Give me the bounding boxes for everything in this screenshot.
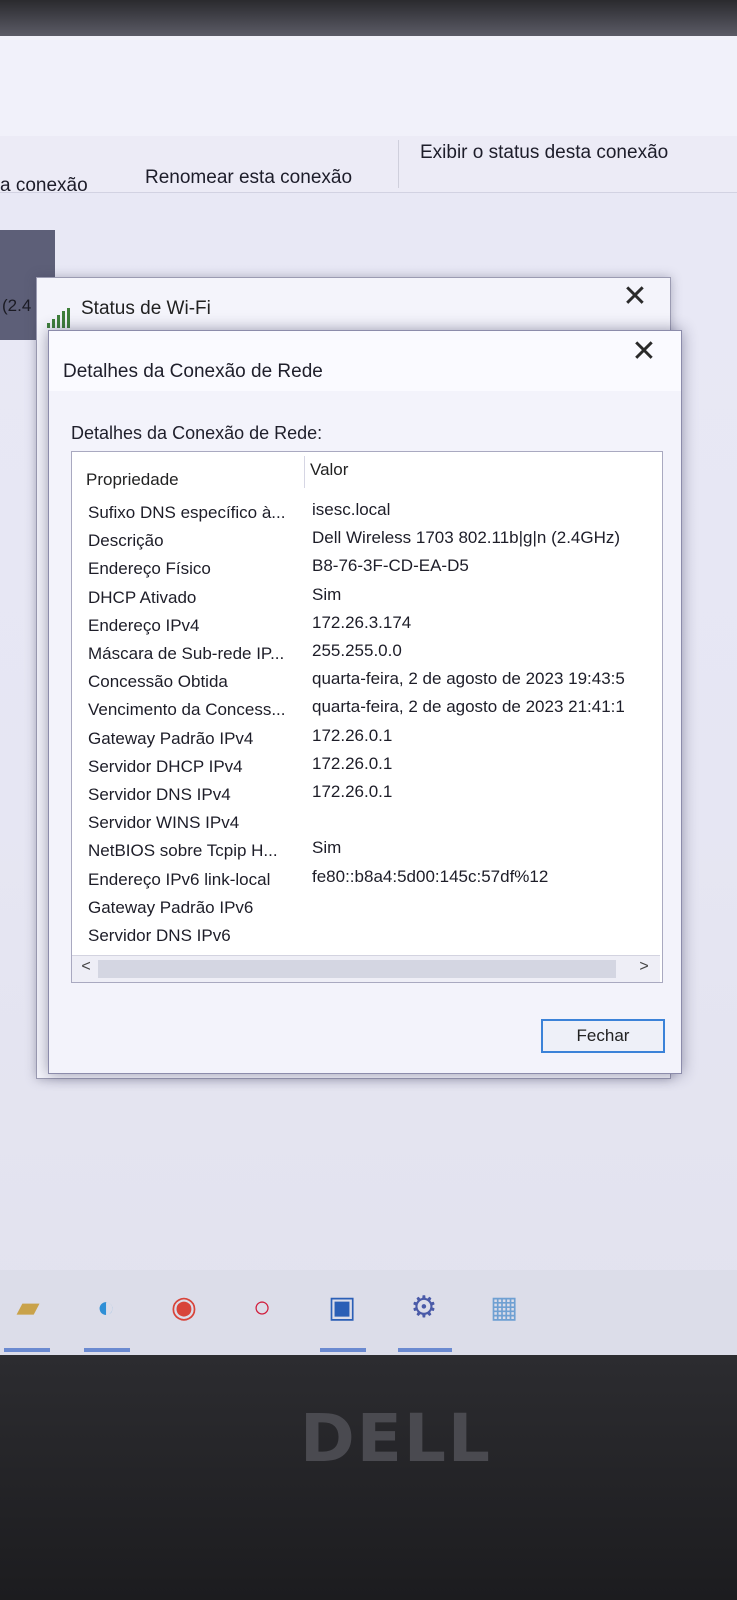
horizontal-scrollbar[interactable]: < > <box>72 955 660 982</box>
file-explorer-icon[interactable]: ▰ <box>8 1288 48 1328</box>
remote-desktop-icon[interactable]: ▦ <box>484 1288 524 1328</box>
table-row[interactable]: Vencimento da Concess... quarta-feira, 2 … <box>72 697 660 725</box>
table-row[interactable]: Servidor DNS IPv6 <box>72 923 660 951</box>
close-icon[interactable]: ✕ <box>629 337 659 367</box>
row-property: Servidor WINS IPv4 <box>88 813 240 833</box>
opera-icon[interactable]: ○ <box>242 1288 282 1328</box>
dialog-title: Detalhes da Conexão de Rede <box>63 361 323 382</box>
taskbar-running-indicator <box>84 1348 130 1352</box>
edge-icon[interactable]: ◐ <box>86 1288 126 1328</box>
scroll-right-icon[interactable]: > <box>634 958 654 976</box>
close-icon[interactable]: ✕ <box>620 282 650 312</box>
row-property: Servidor DHCP IPv4 <box>88 756 243 776</box>
top-bezel <box>0 0 737 36</box>
row-value: quarta-feira, 2 de agosto de 2023 19:43:… <box>312 669 625 689</box>
dell-logo: DELL <box>300 1400 492 1477</box>
row-property: Servidor DNS IPv6 <box>88 926 231 945</box>
word-icon[interactable]: ▣ <box>322 1288 362 1328</box>
row-value: Sim <box>312 584 342 604</box>
row-property: Endereço IPv6 link-local <box>88 869 271 889</box>
row-property: Máscara de Sub-rede IP... <box>88 644 285 663</box>
row-property: Concessão Obtida <box>88 672 228 692</box>
row-value: isesc.local <box>312 500 391 519</box>
row-property: DHCP Ativado <box>88 587 197 607</box>
dialog-titlebar: Detalhes da Conexão de Rede ✕ <box>49 331 681 391</box>
taskbar: ▰ ◐ ◉ ○ ▣ ⚙ ▦ <box>0 1270 737 1355</box>
table-row[interactable]: DHCP Ativado Sim <box>72 585 660 613</box>
wifi-status-title: Status de Wi-Fi <box>81 298 211 319</box>
command-separator <box>398 140 399 188</box>
row-value: quarta-feira, 2 de agosto de 2023 21:41:… <box>312 697 625 717</box>
row-value: Sim <box>312 838 342 858</box>
connection-tile-label: (2.4 <box>2 296 32 315</box>
row-value: fe80::b8a4:5d00:145c:57df%12 <box>312 866 549 886</box>
column-header-property[interactable]: Propriedade <box>86 470 179 490</box>
table-row[interactable]: Sufixo DNS específico à... isesc.local <box>72 500 660 528</box>
taskbar-active-indicator <box>398 1348 452 1352</box>
table-row[interactable]: Endereço IPv4 172.26.3.174 <box>72 613 660 641</box>
table-row[interactable]: Descrição Dell Wireless 1703 802.11b|g|n … <box>72 528 660 556</box>
row-value: Dell Wireless 1703 802.11b|g|n (2.4GHz) <box>312 528 621 548</box>
settings-icon[interactable]: ⚙ <box>404 1288 444 1328</box>
row-value: 172.26.3.174 <box>312 612 412 632</box>
table-row[interactable]: Endereço IPv6 link-local fe80::b8a4:5d00:… <box>72 867 660 895</box>
table-row[interactable]: Gateway Padrão IPv6 <box>72 895 660 923</box>
table-row[interactable]: Gateway Padrão IPv4 172.26.0.1 <box>72 726 660 754</box>
taskbar-running-indicator <box>320 1348 366 1352</box>
window-top-strip <box>0 36 737 137</box>
row-value: 255.255.0.0 <box>312 641 402 660</box>
row-property: Descrição <box>88 531 164 551</box>
screen: a conexão Renomear esta conexão Exibir o… <box>0 0 737 1355</box>
chrome-icon[interactable]: ◉ <box>164 1288 204 1328</box>
fechar-button[interactable]: Fechar <box>541 1019 665 1053</box>
taskbar-running-indicator <box>4 1348 50 1352</box>
row-property: Endereço IPv4 <box>88 615 200 635</box>
command-connect[interactable]: a conexão <box>0 175 88 197</box>
command-view-status[interactable]: Exibir o status desta conexão <box>420 142 668 164</box>
command-rename-connection[interactable]: Renomear esta conexão <box>145 167 352 189</box>
row-property: Gateway Padrão IPv4 <box>88 728 254 748</box>
laptop-bezel <box>0 1355 737 1600</box>
table-row[interactable]: Servidor DHCP IPv4 172.26.0.1 <box>72 754 660 782</box>
column-divider[interactable] <box>304 456 305 488</box>
row-value: 172.26.0.1 <box>312 753 393 773</box>
scrollbar-thumb[interactable] <box>98 960 616 978</box>
details-listview[interactable]: Propriedade Valor Sufixo DNS específico … <box>71 451 663 983</box>
network-details-dialog: Detalhes da Conexão de Rede ✕ Detalhes d… <box>48 330 682 1074</box>
row-value: 172.26.0.1 <box>312 782 393 801</box>
row-property: Servidor DNS IPv4 <box>88 785 231 804</box>
table-row[interactable]: NetBIOS sobre Tcpip H... Sim <box>72 838 660 866</box>
row-value: 172.26.0.1 <box>312 725 393 745</box>
table-row[interactable]: Servidor DNS IPv4 172.26.0.1 <box>72 782 660 810</box>
row-value: B8-76-3F-CD-EA-D5 <box>312 556 469 576</box>
column-header-value[interactable]: Valor <box>310 460 348 480</box>
row-property: Gateway Padrão IPv6 <box>88 897 254 917</box>
table-row[interactable]: Endereço Físico B8-76-3F-CD-EA-D5 <box>72 556 660 584</box>
details-section-label: Detalhes da Conexão de Rede: <box>71 423 323 443</box>
row-property: Endereço Físico <box>88 559 211 579</box>
scroll-left-icon[interactable]: < <box>76 958 96 976</box>
row-property: NetBIOS sobre Tcpip H... <box>88 841 278 861</box>
table-row[interactable]: Máscara de Sub-rede IP... 255.255.0.0 <box>72 641 660 669</box>
row-property: Sufixo DNS específico à... <box>88 503 286 522</box>
table-row[interactable]: Servidor WINS IPv4 <box>72 810 660 838</box>
row-property: Vencimento da Concess... <box>88 700 286 720</box>
wifi-signal-icon <box>47 308 75 328</box>
table-row[interactable]: Concessão Obtida quarta-feira, 2 de agost… <box>72 669 660 697</box>
